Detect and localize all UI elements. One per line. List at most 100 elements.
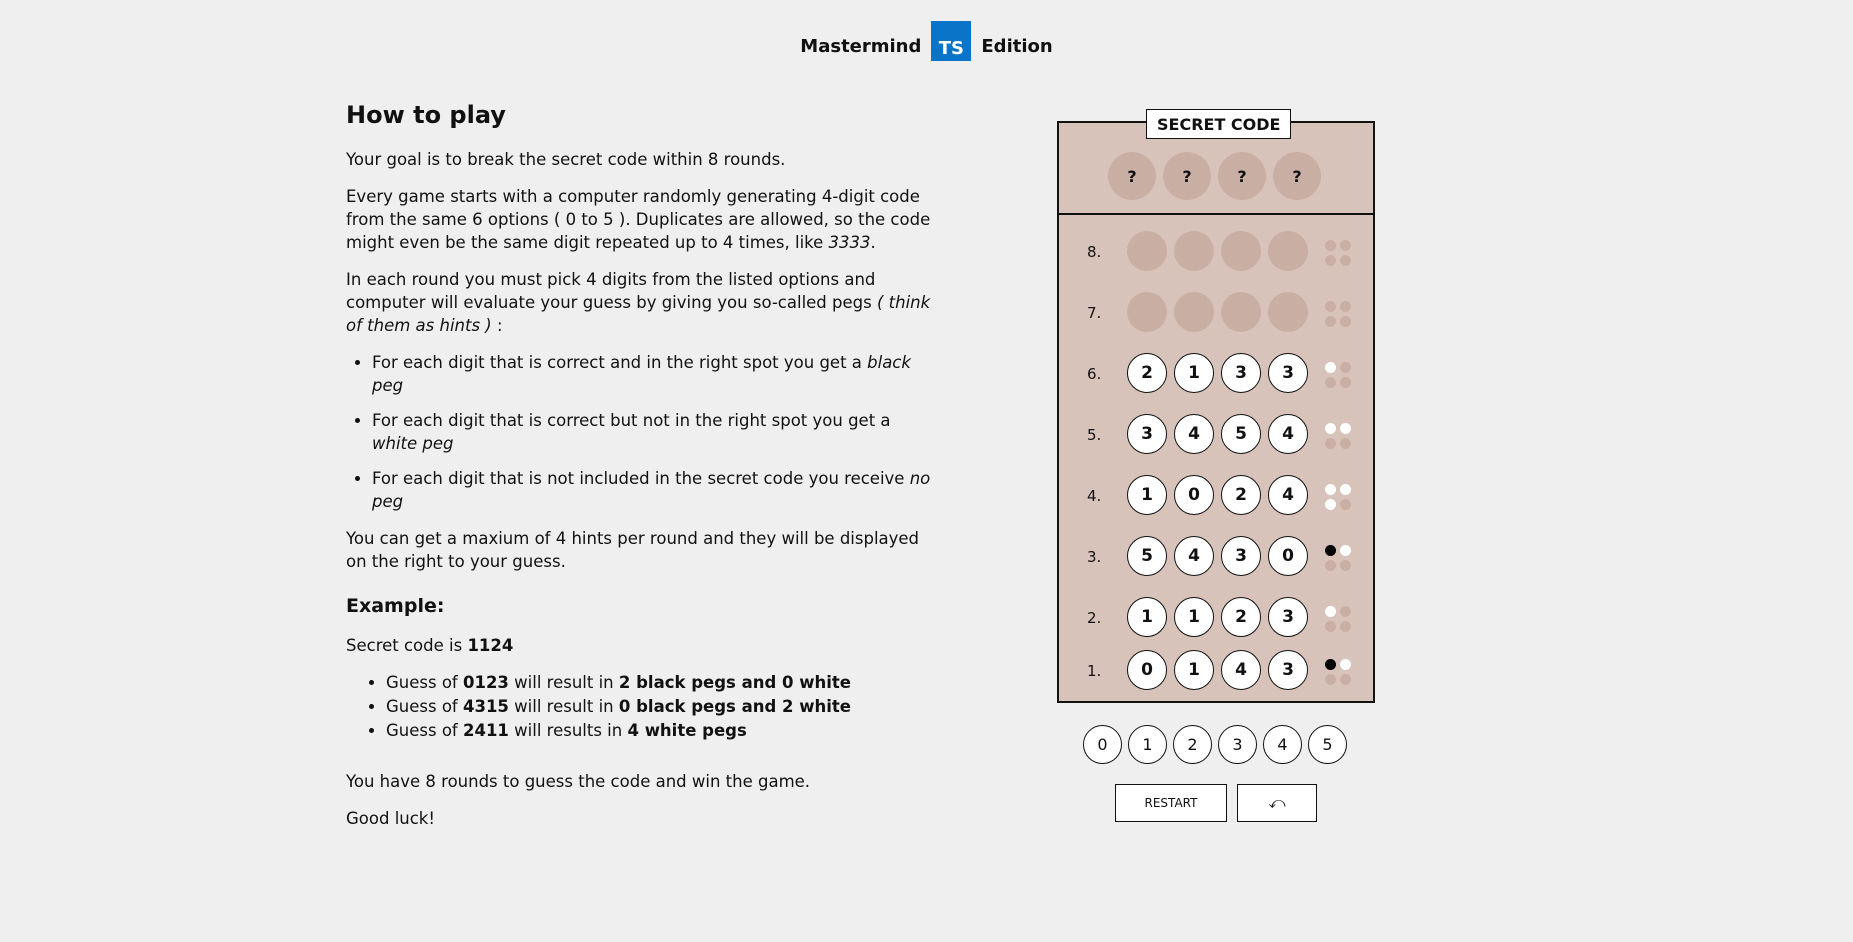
empty-hint-peg xyxy=(1340,301,1351,312)
empty-hint-peg xyxy=(1340,316,1351,327)
example-item: Guess of 0123 will result in 2 black peg… xyxy=(386,671,931,694)
round-number: 4. xyxy=(1087,487,1102,505)
round-number: 5. xyxy=(1087,426,1102,444)
hint-pegs xyxy=(1325,362,1353,390)
examples-list: Guess of 0123 will result in 2 black peg… xyxy=(346,671,931,742)
restart-button[interactable]: RESTART xyxy=(1115,784,1227,822)
option-3-button[interactable]: 3 xyxy=(1218,725,1257,764)
board-divider xyxy=(1057,213,1375,215)
empty-slot xyxy=(1127,292,1167,332)
option-2-button[interactable]: 2 xyxy=(1173,725,1212,764)
guess-row: 5. 3 4 5 4 xyxy=(1057,412,1375,460)
secret-peg: ? xyxy=(1163,152,1211,200)
rule-text: For each digit that is correct and in th… xyxy=(372,353,868,372)
example-item: Guess of 4315 will result in 0 black peg… xyxy=(386,695,931,718)
rule-text: For each digit that is not included in t… xyxy=(372,469,910,488)
hint-pegs xyxy=(1325,301,1353,329)
guess-peg: 3 xyxy=(1127,414,1167,454)
empty-hint-peg xyxy=(1325,621,1336,632)
option-0-button[interactable]: 0 xyxy=(1083,725,1122,764)
option-5-button[interactable]: 5 xyxy=(1308,725,1347,764)
guess-peg: 4 xyxy=(1221,650,1261,690)
code-generation-paragraph: Every game starts with a computer random… xyxy=(346,185,931,254)
example-text: Guess of xyxy=(386,697,463,716)
guess-peg: 1 xyxy=(1174,597,1214,637)
empty-hint-peg xyxy=(1325,560,1336,571)
guess-slots: 3454 xyxy=(1127,412,1308,454)
guess-row: 6. 2 1 3 3 xyxy=(1057,351,1375,399)
empty-hint-peg xyxy=(1340,674,1351,685)
hint-pegs xyxy=(1325,545,1353,573)
hint-pegs xyxy=(1325,484,1353,512)
guess-peg: 3 xyxy=(1268,597,1308,637)
white-hint-peg xyxy=(1325,499,1336,510)
example-code: 0123 xyxy=(462,673,509,692)
title-mastermind: Mastermind xyxy=(800,35,922,57)
empty-slot xyxy=(1174,292,1214,332)
guess-peg: 2 xyxy=(1221,597,1261,637)
guess-slots xyxy=(1127,290,1308,332)
guess-row: 1. 0 1 4 3 xyxy=(1057,648,1375,696)
guess-peg: 4 xyxy=(1174,536,1214,576)
guess-peg: 3 xyxy=(1221,536,1261,576)
empty-hint-peg xyxy=(1325,316,1336,327)
rounds-paragraph: In each round you must pick 4 digits fro… xyxy=(346,268,931,337)
round-number: 6. xyxy=(1087,365,1102,383)
goal-paragraph: Your goal is to break the secret code wi… xyxy=(346,150,786,169)
rounds-colon: : xyxy=(491,316,503,335)
secret-code-label: SECRET CODE xyxy=(1146,109,1292,139)
guess-slots: 2133 xyxy=(1127,351,1308,393)
guess-slots xyxy=(1127,229,1308,271)
hint-pegs xyxy=(1325,423,1353,451)
guess-peg: 3 xyxy=(1268,353,1308,393)
example-text: Guess of xyxy=(386,673,463,692)
empty-slot xyxy=(1174,231,1214,271)
black-hint-peg xyxy=(1325,659,1336,670)
option-4-button[interactable]: 4 xyxy=(1263,725,1302,764)
white-hint-peg xyxy=(1340,423,1351,434)
secret-code-row: ? ? ? ? xyxy=(1108,152,1321,200)
black-hint-peg xyxy=(1325,545,1336,556)
guess-slots: 1024 xyxy=(1127,473,1308,515)
white-hint-peg xyxy=(1325,606,1336,617)
empty-hint-peg xyxy=(1340,499,1351,510)
example-heading: Example: xyxy=(346,595,445,617)
example-text: will result in xyxy=(508,673,619,692)
empty-hint-peg xyxy=(1325,674,1336,685)
white-hint-peg xyxy=(1325,362,1336,373)
empty-hint-peg xyxy=(1340,362,1351,373)
good-luck: Good luck! xyxy=(346,809,435,828)
empty-hint-peg xyxy=(1325,240,1336,251)
empty-slot xyxy=(1268,292,1308,332)
undo-button[interactable]: ⤺ xyxy=(1237,784,1317,822)
how-to-play-heading: How to play xyxy=(346,101,506,129)
guess-row: 2. 1 1 2 3 xyxy=(1057,595,1375,643)
guess-peg: 5 xyxy=(1221,414,1261,454)
empty-hint-peg xyxy=(1325,438,1336,449)
digit-options: 0 1 2 3 4 5 xyxy=(1083,725,1347,764)
option-1-button[interactable]: 1 xyxy=(1128,725,1167,764)
peg-rules-list: For each digit that is correct and in th… xyxy=(346,351,931,513)
round-number: 3. xyxy=(1087,548,1102,566)
guess-peg: 3 xyxy=(1221,353,1261,393)
guess-row: 7. xyxy=(1057,290,1375,338)
rule-text: For each digit that is correct but not i… xyxy=(372,411,891,430)
undo-icon: ⤺ xyxy=(1268,793,1286,812)
round-number: 1. xyxy=(1087,662,1102,680)
example-code: 4315 xyxy=(462,697,509,716)
code-generation-end: . xyxy=(870,233,876,252)
secret-prefix: Secret code is xyxy=(346,636,468,655)
empty-slot xyxy=(1268,231,1308,271)
hint-pegs xyxy=(1325,606,1353,634)
guess-peg: 1 xyxy=(1127,597,1167,637)
rule-no-peg: For each digit that is not included in t… xyxy=(372,467,931,513)
rule-black-peg: For each digit that is correct and in th… xyxy=(372,351,931,397)
round-number: 7. xyxy=(1087,304,1102,322)
guess-peg: 1 xyxy=(1174,650,1214,690)
guess-row: 8. xyxy=(1057,229,1375,277)
guess-peg: 0 xyxy=(1127,650,1167,690)
example-result: 2 black pegs and 0 white xyxy=(618,673,851,692)
example-text: will results in xyxy=(508,721,628,740)
how-to-play-section: How to play Your goal is to break the se… xyxy=(346,100,931,844)
example-text: will result in xyxy=(508,697,619,716)
